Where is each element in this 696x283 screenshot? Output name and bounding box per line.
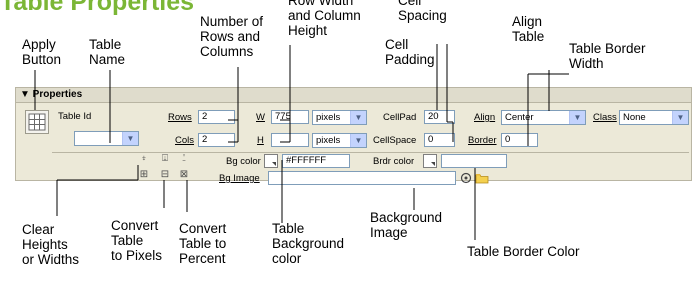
callout-leader-lines — [34, 44, 569, 240]
